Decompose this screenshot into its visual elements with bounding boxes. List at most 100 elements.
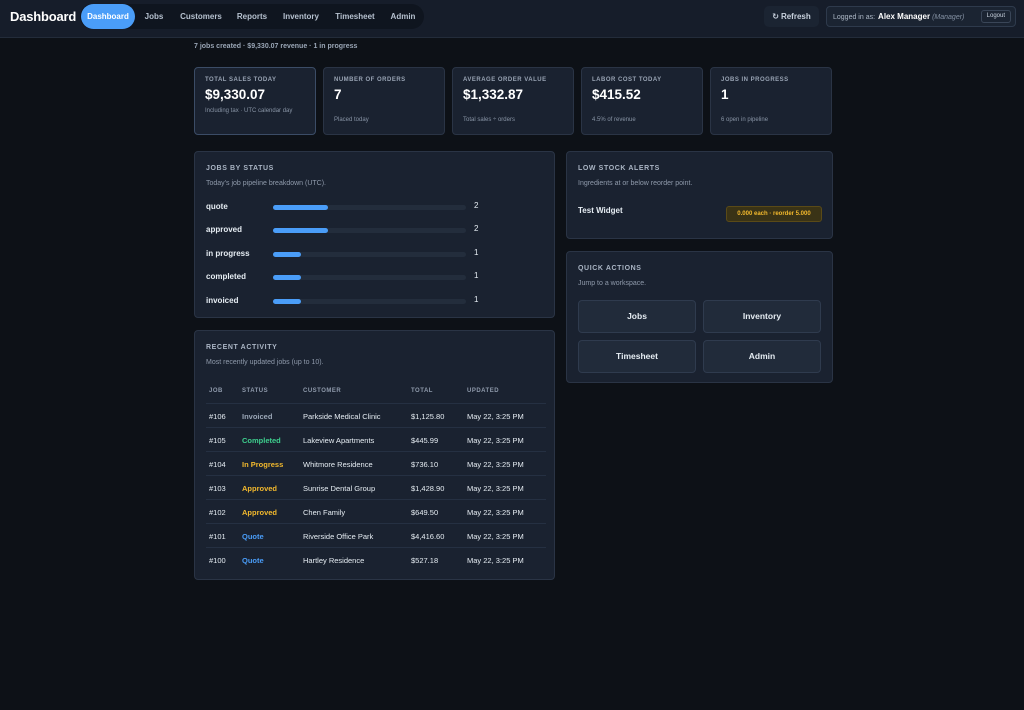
status-cell: Quote bbox=[242, 556, 264, 565]
status-row-quote: quote 2 bbox=[206, 201, 506, 215]
refresh-button[interactable]: ↻ Refresh bbox=[764, 6, 819, 27]
job-cell: #104 bbox=[209, 460, 226, 469]
kpi-subtext: 6 open in pipeline bbox=[721, 117, 769, 123]
kpi-label: JOBS IN PROGRESS bbox=[721, 77, 789, 83]
panel-subtitle: Ingredients at or below reorder point. bbox=[578, 180, 693, 187]
updated-cell: May 22, 3:25 PM bbox=[467, 556, 524, 565]
updated-cell: May 22, 3:25 PM bbox=[467, 484, 524, 493]
kpi-label: LABOR COST TODAY bbox=[592, 77, 662, 83]
main-nav: Dashboard Jobs Customers Reports Invento… bbox=[80, 4, 424, 29]
kpi-value: $415.52 bbox=[592, 87, 641, 102]
updated-cell: May 22, 3:25 PM bbox=[467, 412, 524, 421]
kpi-card-orders: NUMBER OF ORDERS 7 Placed today bbox=[323, 67, 445, 135]
panel-subtitle: Most recently updated jobs (up to 10). bbox=[206, 359, 324, 366]
customer-cell: Whitmore Residence bbox=[303, 460, 373, 469]
customer-cell: Parkside Medical Clinic bbox=[303, 412, 381, 421]
status-bar-track bbox=[273, 205, 466, 210]
table-row[interactable]: #100 Quote Hartley Residence $527.18 May 22,… bbox=[206, 547, 546, 571]
kpi-value: 7 bbox=[334, 87, 342, 102]
status-name: in progress bbox=[206, 249, 250, 258]
status-name: quote bbox=[206, 202, 228, 211]
status-name: completed bbox=[206, 272, 247, 281]
kpi-subtext: Placed today bbox=[334, 117, 369, 123]
total-cell: $4,416.60 bbox=[411, 532, 445, 541]
column-header-job: JOB bbox=[209, 388, 223, 394]
quick-action-jobs-button[interactable]: Jobs bbox=[578, 300, 696, 333]
nav-item-inventory[interactable]: Inventory bbox=[277, 4, 325, 29]
nav-item-dashboard[interactable]: Dashboard bbox=[81, 4, 135, 29]
status-row-in-progress: in progress 1 bbox=[206, 248, 506, 262]
nav-item-timesheet[interactable]: Timesheet bbox=[329, 4, 381, 29]
kpi-label: AVERAGE ORDER VALUE bbox=[463, 77, 547, 83]
kpi-value: $1,332.87 bbox=[463, 87, 524, 102]
kpi-card-average-order: AVERAGE ORDER VALUE $1,332.87 Total sale… bbox=[452, 67, 574, 135]
kpi-card-total-sales: TOTAL SALES TODAY $9,330.07 Including ta… bbox=[194, 67, 316, 135]
kpi-card-jobs-in-progress: JOBS IN PROGRESS 1 6 open in pipeline bbox=[710, 67, 832, 135]
updated-cell: May 22, 3:25 PM bbox=[467, 532, 524, 541]
quick-action-timesheet-button[interactable]: Timesheet bbox=[578, 340, 696, 373]
panel-subtitle: Jump to a workspace. bbox=[578, 280, 647, 287]
table-row[interactable]: #103 Approved Sunrise Dental Group $1,428.9… bbox=[206, 475, 546, 499]
nav-item-admin[interactable]: Admin bbox=[384, 4, 422, 29]
status-count: 2 bbox=[474, 224, 479, 233]
status-cell: Approved bbox=[242, 484, 278, 493]
status-name: approved bbox=[206, 225, 243, 234]
status-cell: Completed bbox=[242, 436, 281, 445]
status-row-invoiced: invoiced 1 bbox=[206, 295, 506, 309]
kpi-subtext: Including tax · UTC calendar day bbox=[205, 108, 293, 114]
status-count: 1 bbox=[474, 295, 479, 304]
status-bar-track bbox=[273, 275, 466, 280]
status-row-approved: approved 2 bbox=[206, 224, 506, 238]
updated-cell: May 22, 3:25 PM bbox=[467, 508, 524, 517]
nav-item-jobs[interactable]: Jobs bbox=[137, 4, 171, 29]
quick-actions-panel: QUICK ACTIONS Jump to a workspace. Jobs … bbox=[566, 251, 833, 383]
panel-subtitle: Today's job pipeline breakdown (UTC). bbox=[206, 180, 327, 187]
logout-button[interactable]: Logout bbox=[980, 10, 1011, 23]
refresh-label: Refresh bbox=[780, 12, 811, 21]
total-cell: $736.10 bbox=[411, 460, 439, 469]
quick-action-admin-button[interactable]: Admin bbox=[703, 340, 821, 373]
job-cell: #103 bbox=[209, 484, 226, 493]
customer-cell: Chen Family bbox=[303, 508, 346, 517]
column-header-customer: CUSTOMER bbox=[303, 388, 342, 394]
status-bar-track bbox=[273, 228, 466, 233]
status-count: 1 bbox=[474, 271, 479, 280]
status-bar-track bbox=[273, 299, 466, 304]
panel-title: JOBS BY STATUS bbox=[206, 165, 274, 172]
status-cell: In Progress bbox=[242, 460, 284, 469]
table-row[interactable]: #102 Approved Chen Family $649.50 May 22, 3:… bbox=[206, 499, 546, 523]
kpi-label: NUMBER OF ORDERS bbox=[334, 77, 406, 83]
status-bar-fill bbox=[273, 275, 301, 280]
nav-item-customers[interactable]: Customers bbox=[174, 4, 228, 29]
status-cell: Approved bbox=[242, 508, 278, 517]
quick-action-inventory-button[interactable]: Inventory bbox=[703, 300, 821, 333]
status-bar-fill bbox=[273, 205, 328, 210]
logged-in-prefix: Logged in as: bbox=[833, 14, 876, 21]
table-row[interactable]: #105 Completed Lakeview Apartments $445.99 M… bbox=[206, 427, 546, 451]
kpi-label: TOTAL SALES TODAY bbox=[205, 77, 277, 83]
table-row[interactable]: #106 Invoiced Parkside Medical Clinic $1,12… bbox=[206, 403, 546, 427]
status-bar-fill bbox=[273, 252, 301, 257]
updated-cell: May 22, 3:25 PM bbox=[467, 460, 524, 469]
table-row[interactable]: #104 In Progress Whitmore Residence $736.10… bbox=[206, 451, 546, 475]
user-name: Alex Manager bbox=[878, 12, 931, 21]
status-bar-track bbox=[273, 252, 466, 257]
kpi-card-labor-cost: LABOR COST TODAY $415.52 4.5% of revenue bbox=[581, 67, 703, 135]
kpi-value: 1 bbox=[721, 87, 729, 102]
stock-item-name: Test Widget bbox=[578, 206, 623, 215]
total-cell: $445.99 bbox=[411, 436, 439, 445]
job-cell: #102 bbox=[209, 508, 226, 517]
job-cell: #105 bbox=[209, 436, 226, 445]
brand-title: Dashboard bbox=[10, 9, 77, 24]
low-stock-panel: LOW STOCK ALERTS Ingredients at or below… bbox=[566, 151, 833, 239]
summary-line: 7 jobs created · $9,330.07 revenue · 1 i… bbox=[194, 43, 358, 50]
recent-activity-panel: RECENT ACTIVITY Most recently updated jo… bbox=[194, 330, 555, 580]
table-row[interactable]: #101 Quote Riverside Office Park $4,416.60 M… bbox=[206, 523, 546, 547]
nav-item-reports[interactable]: Reports bbox=[230, 4, 274, 29]
stock-warning-badge: 0.000 each · reorder 5.000 bbox=[726, 206, 822, 222]
job-cell: #101 bbox=[209, 532, 226, 541]
job-cell: #100 bbox=[209, 556, 226, 565]
updated-cell: May 22, 3:25 PM bbox=[467, 436, 524, 445]
kpi-subtext: Total sales ÷ orders bbox=[463, 117, 515, 123]
user-role: (Manager) bbox=[932, 14, 965, 21]
